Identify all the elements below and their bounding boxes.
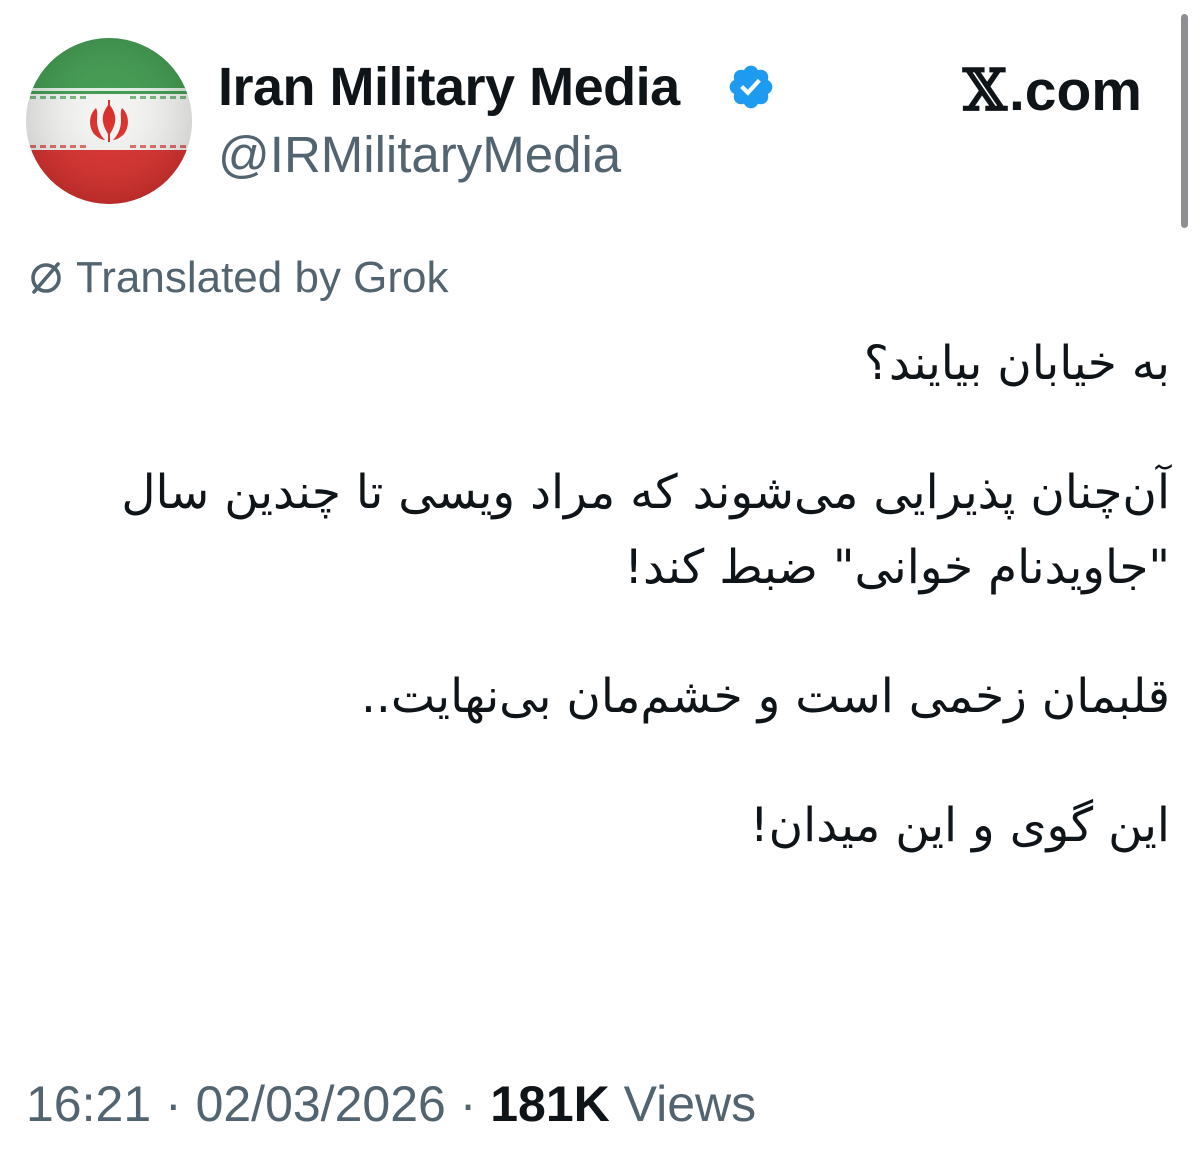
tweet-paragraph: این گوی و این میدان! <box>749 798 1170 853</box>
x-com-brand[interactable]: 𝕏.com <box>963 56 1142 126</box>
author-handle[interactable]: @IRMilitaryMedia <box>218 124 621 186</box>
translated-label: Translated by Grok <box>76 253 449 302</box>
brand-domain: .com <box>1008 59 1142 123</box>
x-logo-icon: 𝕏 <box>962 57 1007 124</box>
tweet-paragraph: قلبمان زخمی است و خشم‌مان بی‌نهایت.. <box>360 669 1170 724</box>
grok-icon <box>31 262 61 294</box>
tweet-text: به خیابان بیایند؟ آن‌چنان پذیرایی می‌شون… <box>20 326 1170 917</box>
display-name[interactable]: Iran Military Media <box>218 56 680 118</box>
views-count[interactable]: 181K <box>490 1076 610 1132</box>
tweet-date[interactable]: 02/03/2026 <box>196 1076 446 1132</box>
tweet-paragraph: به خیابان بیایند؟ <box>863 336 1170 391</box>
tweet-paragraph: آن‌چنان پذیرایی می‌شوند که مراد ویسی تا … <box>106 465 1170 595</box>
views-label[interactable]: Views <box>610 1076 756 1132</box>
meta-separator: · <box>445 1076 491 1132</box>
verified-badge-icon <box>729 65 773 109</box>
tweet-meta: 16:21 · 02/03/2026 · 181K Views <box>26 1072 756 1136</box>
scrollbar[interactable] <box>1181 14 1188 228</box>
translated-by-grok[interactable]: Translated by Grok <box>26 250 449 306</box>
iran-flag-avatar <box>26 38 192 204</box>
meta-separator: · <box>151 1076 196 1132</box>
tweet-time[interactable]: 16:21 <box>26 1076 151 1132</box>
avatar[interactable] <box>26 38 192 204</box>
